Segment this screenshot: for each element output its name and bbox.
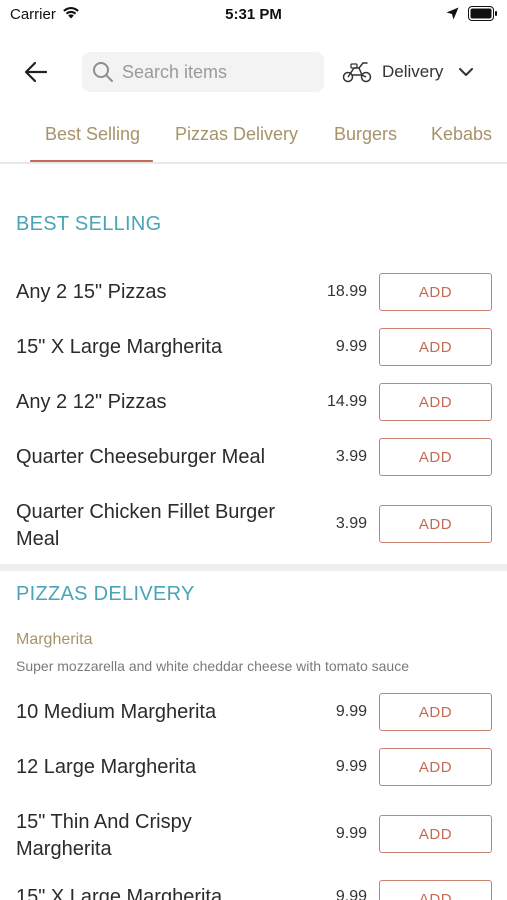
category-tabs: Best Selling Pizzas Delivery Burgers Keb… (0, 112, 507, 164)
battery-icon (468, 6, 497, 21)
add-button[interactable]: ADD (379, 383, 492, 421)
search-icon (93, 62, 113, 82)
section-title: BEST SELLING (16, 213, 162, 235)
search-input[interactable] (122, 61, 312, 83)
back-arrow-icon (24, 61, 48, 83)
item-price: 9.99 (335, 825, 367, 842)
item-name: 10 Medium Margherita (16, 701, 217, 723)
item-name: Any 2 12" Pizzas (16, 391, 167, 413)
item-price: 14.99 (326, 393, 367, 410)
tab-pizzas-delivery[interactable]: Pizzas Delivery (175, 124, 298, 145)
subcategory-title: Margherita (16, 631, 93, 648)
add-button[interactable]: ADD (379, 273, 492, 311)
section-divider (0, 564, 507, 571)
tab-burgers[interactable]: Burgers (334, 124, 397, 145)
item-name: Quarter Chicken Fillet Burger Meal (16, 501, 275, 550)
add-button[interactable]: ADD (379, 880, 492, 900)
item-name: 12 Large Margherita (16, 756, 197, 778)
add-button[interactable]: ADD (379, 505, 492, 543)
chevron-down-icon (459, 67, 474, 76)
add-button[interactable]: ADD (379, 328, 492, 366)
item-price: 9.99 (335, 703, 367, 720)
add-button[interactable]: ADD (379, 438, 492, 476)
location-arrow-icon (446, 7, 459, 20)
add-button[interactable]: ADD (379, 693, 492, 731)
item-price: 3.99 (335, 448, 367, 465)
item-name: 15" X Large Margherita (16, 336, 223, 358)
item-price: 9.99 (335, 888, 367, 900)
status-bar: Carrier 5:31 PM (0, 0, 507, 30)
add-button[interactable]: ADD (379, 748, 492, 786)
header-bar: Delivery (0, 50, 507, 94)
subcategory-description: Super mozzarella and white cheddar chees… (16, 658, 409, 674)
scooter-icon (342, 62, 372, 83)
search-box[interactable] (82, 52, 324, 92)
delivery-label: Delivery (382, 62, 444, 81)
item-price: 9.99 (335, 338, 367, 355)
item-name: Any 2 15" Pizzas (16, 281, 167, 303)
section-title: PIZZAS DELIVERY (16, 583, 195, 605)
item-name: 15" X Large Margherita (16, 886, 223, 900)
back-button[interactable] (20, 58, 52, 86)
clock: 5:31 PM (225, 6, 282, 23)
tab-best-selling[interactable]: Best Selling (45, 124, 140, 145)
item-price: 18.99 (326, 283, 367, 300)
active-tab-indicator (30, 160, 153, 162)
tab-kebabs[interactable]: Kebabs (431, 124, 492, 145)
item-price: 3.99 (335, 515, 367, 532)
add-button[interactable]: ADD (379, 815, 492, 853)
delivery-selector[interactable]: Delivery (342, 52, 474, 92)
item-name: 15" Thin And Crispy Margherita (16, 811, 192, 860)
item-name: Quarter Cheeseburger Meal (16, 446, 266, 468)
item-price: 9.99 (335, 758, 367, 775)
